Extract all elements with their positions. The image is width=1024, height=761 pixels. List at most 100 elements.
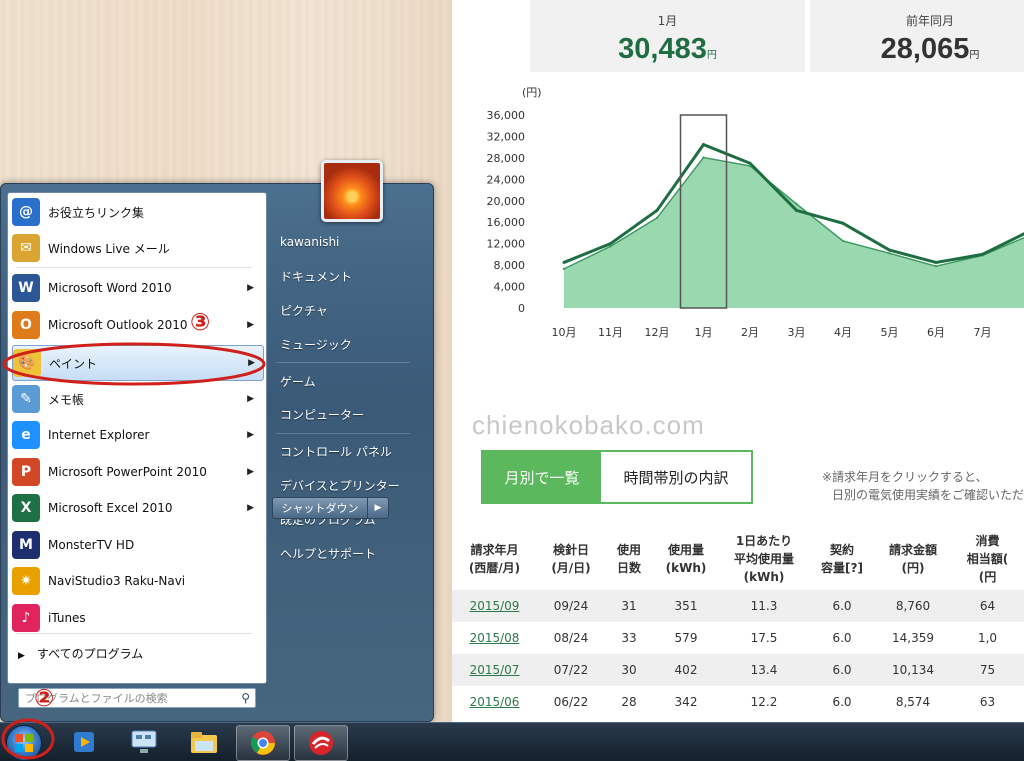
shutdown-button[interactable]: シャットダウン [272, 497, 368, 519]
submenu-arrow-icon[interactable]: ▶ [247, 503, 254, 513]
all-programs-item[interactable]: ▶ すべてのプログラム [18, 645, 143, 662]
start-menu-programs-pane: @ お役立ちリンク集 ✉ Windows Live メール W Microsoft Wor… [7, 192, 267, 708]
start-right-item-7[interactable]: デバイスとプリンター [280, 477, 400, 494]
table-cell: 6.0 [832, 631, 852, 645]
x-tick-label: 1月 [695, 326, 713, 339]
previous-year-point [795, 202, 798, 206]
table-row: 2015/09 09/24 31 351 11.3 6.0 8,760 64 [452, 590, 1024, 622]
start-right-item-5[interactable]: コンピューター [280, 406, 364, 423]
program-item-monstertv[interactable]: M MonsterTV HD [12, 528, 262, 562]
table-cell: 13.4 [719, 654, 809, 686]
start-right-item-4[interactable]: ゲーム [280, 373, 316, 390]
billing-month-link[interactable]: 2015/07 [470, 663, 520, 677]
x-tick-label: 7月 [974, 326, 992, 339]
search-icon[interactable]: ⚲ [241, 691, 250, 705]
outlook-icon: O [12, 311, 40, 339]
billing-month-link[interactable]: 2015/06 [470, 695, 520, 709]
chrome-icon[interactable] [236, 725, 290, 761]
table-cell: 10,134 [875, 654, 951, 686]
submenu-arrow-icon[interactable]: ▶ [247, 320, 254, 330]
arrow-right-icon: ▶ [18, 651, 25, 661]
billing-month-cell: 2015/08 [452, 622, 537, 654]
program-item-excel[interactable]: X Microsoft Excel 2010 ▶ [12, 491, 262, 525]
network-icon[interactable] [118, 725, 170, 759]
submenu-arrow-icon[interactable]: ▶ [247, 283, 254, 293]
table-header-2: 使用 日数 [605, 528, 653, 590]
web-page: 1月 30,483円 前年同月 28,065円 (円) 36,000 32,000 2… [452, 0, 1024, 722]
shutdown-options-button[interactable]: ▶ [367, 497, 389, 519]
submenu-arrow-icon[interactable]: ▶ [247, 467, 254, 477]
program-label: NaviStudio3 Raku-Navi [48, 574, 186, 588]
table-cell: 07/22 [537, 654, 605, 686]
current-year-point [702, 143, 705, 147]
header-line: 使用量 [667, 543, 704, 557]
program-label: Microsoft Word 2010 [48, 281, 172, 295]
step-2-marker: ② [34, 684, 55, 712]
previous-year-point [609, 245, 612, 248]
program-item-navistudio[interactable]: ✷ NaviStudio3 Raku-Navi [12, 564, 262, 598]
media-player-icon[interactable] [58, 725, 110, 759]
x-tick-label: 3月 [788, 326, 806, 339]
tab-monthly-list[interactable]: 月別で一覧 [483, 452, 601, 502]
start-right-item-3[interactable]: ミュージック [280, 336, 352, 353]
table-cell: 402 [653, 654, 719, 686]
billing-month-cell: 2015/09 [452, 590, 537, 622]
table-cell: 12.2 [750, 695, 778, 709]
program-label: Microsoft PowerPoint 2010 [48, 465, 207, 479]
table-header-6: 請求金額 (円) [875, 528, 951, 590]
billing-month-link[interactable]: 2015/08 [470, 631, 520, 645]
submenu-arrow-icon[interactable]: ▶ [247, 394, 254, 404]
header-line: 使用 [616, 543, 641, 557]
y-tick-label: 12,000 [487, 238, 526, 251]
start-right-item-6[interactable]: コントロール パネル [280, 443, 392, 460]
table-cell: 579 [674, 631, 698, 645]
program-item-at[interactable]: @ お役立ちリンク集 [12, 195, 262, 229]
security-app-icon[interactable] [294, 725, 348, 761]
table-cell: 342 [674, 695, 698, 709]
header-line: 容量[?] [821, 561, 863, 575]
billing-month-link[interactable]: 2015/09 [470, 599, 520, 613]
header-line: (月/日) [551, 561, 591, 575]
start-right-item-9[interactable]: ヘルプとサポート [280, 545, 376, 562]
word-icon: W [12, 274, 40, 302]
file-explorer-icon[interactable] [178, 725, 230, 759]
monstertv-icon: M [12, 531, 40, 559]
header-line: 平均使用量 [733, 552, 794, 566]
x-tick-label: 12月 [645, 326, 670, 339]
program-item-powerpoint[interactable]: P Microsoft PowerPoint 2010 ▶ [12, 455, 262, 489]
header-line: 契約 [829, 543, 854, 557]
table-header-5: 契約容量[?] [809, 528, 875, 590]
current-year-point [795, 208, 798, 212]
y-tick-label: 36,000 [487, 109, 526, 122]
table-cell: 17.5 [750, 631, 778, 645]
y-tick-label: 0 [518, 302, 525, 315]
paint-highlight-ellipse [2, 342, 266, 386]
table-header-4: 1日あたり 平均使用量 (kWh) [719, 528, 809, 590]
y-axis-unit-label: (円) [522, 86, 542, 99]
start-right-item-1[interactable]: ドキュメント [280, 268, 352, 285]
table-cell: 08/24 [553, 631, 589, 645]
previous-year-label: 前年同月 [905, 14, 954, 28]
tab-hourly-breakdown[interactable]: 時間帯別の内訳 [601, 452, 751, 502]
all-programs-label: すべてのプログラム [36, 647, 144, 661]
program-item-itunes[interactable]: ♪ iTunes [12, 601, 262, 635]
start-right-item-0[interactable]: kawanishi [280, 235, 339, 249]
previous-year-point [934, 264, 938, 268]
table-cell: 06/22 [553, 695, 589, 709]
start-right-item-2[interactable]: ピクチャ [280, 302, 328, 319]
user-picture[interactable] [321, 160, 383, 222]
billing-table: 請求年月 (西暦/月) 検針日 (月/日) 使用 日数 使用量 (kWh) 1日あたり 平均使用量… [452, 528, 1024, 718]
table-cell: 09/24 [537, 590, 605, 622]
at-icon: @ [12, 198, 40, 226]
program-item-ie[interactable]: e Internet Explorer ▶ [12, 418, 262, 452]
billing-month-cell: 2015/07 [452, 654, 537, 686]
table-cell: 63 [979, 695, 996, 709]
program-item-word[interactable]: W Microsoft Word 2010 ▶ [12, 271, 262, 305]
table-header-0: 請求年月 (西暦/月) [452, 528, 537, 590]
submenu-arrow-icon[interactable]: ▶ [247, 430, 254, 440]
program-label: MonsterTV HD [48, 538, 135, 552]
program-item-outlook[interactable]: O Microsoft Outlook 2010 ▶ [12, 308, 262, 342]
program-item-mail[interactable]: ✉ Windows Live メール [12, 231, 262, 265]
header-line: 日数 [616, 561, 641, 575]
table-cell: 33 [621, 631, 637, 645]
